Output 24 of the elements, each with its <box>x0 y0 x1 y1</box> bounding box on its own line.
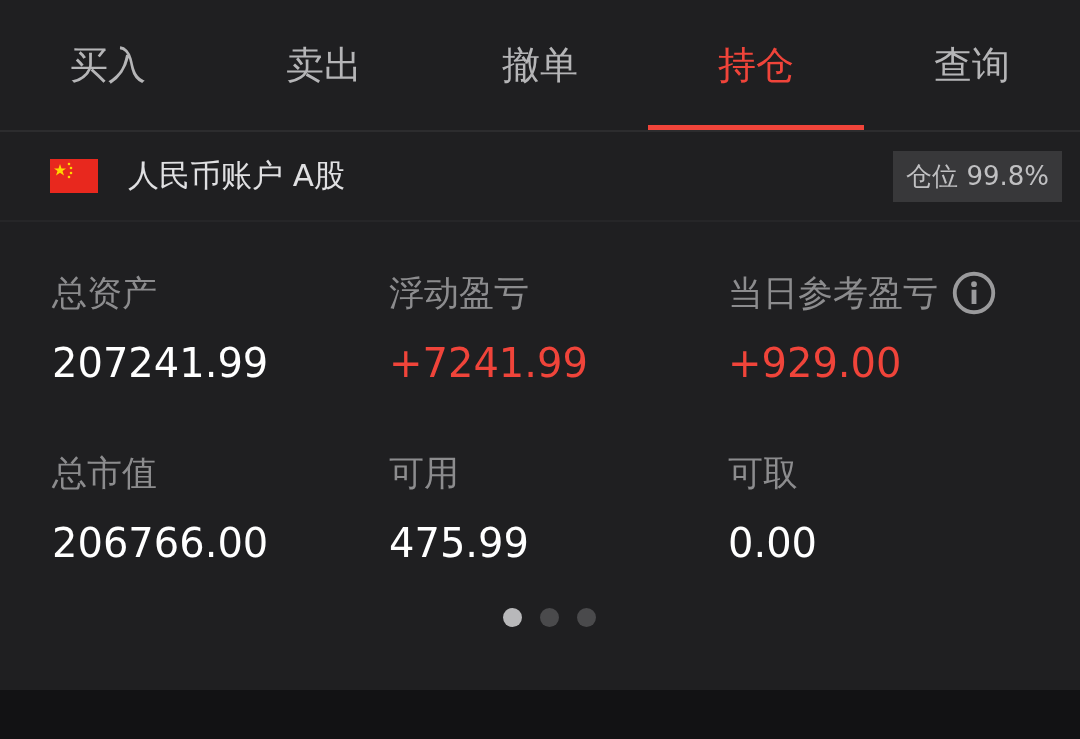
tab[interactable]: 持仓 <box>648 0 864 130</box>
metric-value: 475.99 <box>389 520 530 566</box>
metric-label: 浮动盈亏 <box>389 271 529 315</box>
metric-value: 207241.99 <box>52 340 270 386</box>
metric-value: +7241.99 <box>389 340 589 386</box>
metric-label: 当日参考盈亏 <box>728 271 938 315</box>
flag-icon <box>50 159 98 193</box>
metric-value: +929.00 <box>728 340 903 386</box>
tab[interactable]: 卖出 <box>216 0 432 130</box>
metric-label: 可取 <box>728 451 798 495</box>
metric-label: 总市值 <box>52 451 157 495</box>
page-dot[interactable] <box>502 608 522 627</box>
page-dot[interactable] <box>576 608 596 627</box>
page-dot[interactable] <box>539 608 559 627</box>
metric-value: 0.00 <box>728 520 819 566</box>
position-ratio: 仓位 99.8% <box>893 150 1062 202</box>
account-name: 人民币账户 A股 <box>128 156 347 195</box>
tab[interactable]: 买入 <box>0 0 216 130</box>
metric-label: 总资产 <box>52 271 157 315</box>
metric-value: 206766.00 <box>52 520 270 566</box>
info-icon[interactable] <box>952 271 996 315</box>
metric-label: 可用 <box>389 451 459 495</box>
tab[interactable]: 撤单 <box>432 0 648 130</box>
tab[interactable]: 查询 <box>864 0 1080 130</box>
